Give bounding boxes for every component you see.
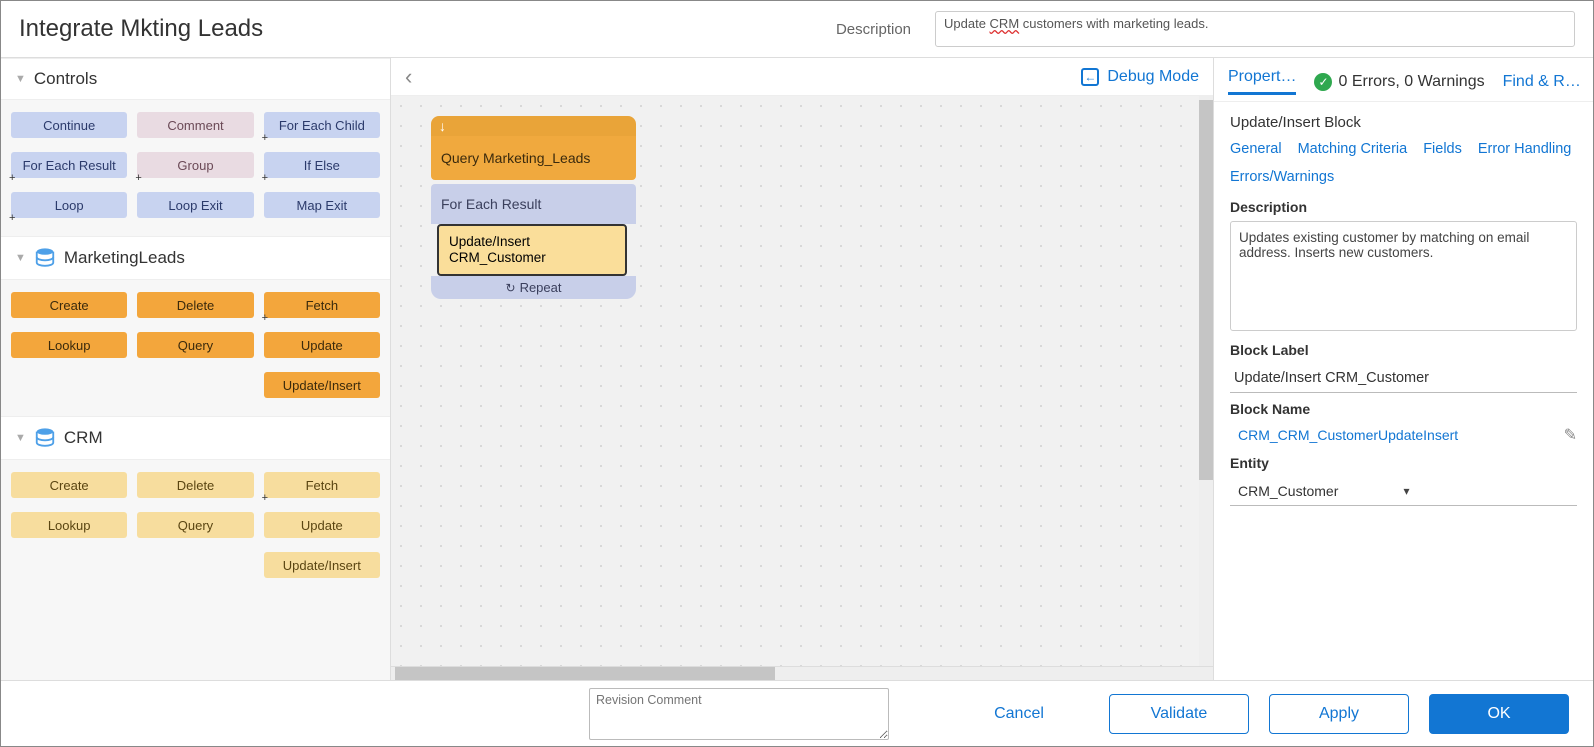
- properties-panel: Propert… ✓ 0 Errors, 0 Warnings Find & R…: [1213, 58, 1593, 680]
- entity-field-label: Entity: [1230, 455, 1577, 471]
- palette-section-title: CRM: [64, 428, 103, 448]
- palette-section-title: MarketingLeads: [64, 248, 185, 268]
- collapse-icon: ▼: [15, 73, 26, 85]
- subtab-error-handling[interactable]: Error Handling: [1478, 141, 1572, 157]
- canvas-wrap: ‹ ← Debug Mode ↓ Query Marketing_Leads F…: [391, 58, 1213, 680]
- palette-block-fetch[interactable]: Fetch: [264, 472, 380, 498]
- palette-block-query[interactable]: Query: [137, 332, 253, 358]
- palette-block-comment[interactable]: Comment: [137, 112, 253, 138]
- flow-root: ↓ Query Marketing_Leads For Each Result …: [431, 116, 636, 299]
- repeat-label: Repeat: [520, 280, 562, 295]
- chevron-down-icon: ▾: [1404, 484, 1570, 498]
- flow-entry-cap[interactable]: ↓: [431, 116, 636, 136]
- palette-block-lookup[interactable]: Lookup: [11, 512, 127, 538]
- revision-comment-input[interactable]: [589, 688, 889, 740]
- repeat-block[interactable]: ↻ Repeat: [431, 276, 636, 299]
- collapse-icon: ▼: [15, 432, 26, 444]
- entity-select[interactable]: CRM_Customer ▾: [1230, 477, 1577, 506]
- canvas-vertical-scrollbar[interactable]: [1199, 96, 1213, 666]
- edit-icon[interactable]: ✎: [1564, 425, 1577, 445]
- palette-block-delete[interactable]: Delete: [137, 472, 253, 498]
- validate-button[interactable]: Validate: [1109, 694, 1249, 734]
- palette-block-loop[interactable]: Loop: [11, 192, 127, 218]
- subtab-matching-criteria[interactable]: Matching Criteria: [1298, 141, 1408, 157]
- debug-mode-label: Debug Mode: [1107, 68, 1199, 86]
- ok-button[interactable]: OK: [1429, 694, 1569, 734]
- palette-block-delete[interactable]: Delete: [137, 292, 253, 318]
- property-subtabs: General Matching Criteria Fields Error Hand…: [1230, 141, 1577, 185]
- desc-text-crm: CRM: [990, 16, 1020, 31]
- tab-errors[interactable]: ✓ 0 Errors, 0 Warnings: [1314, 73, 1484, 91]
- scrollbar-thumb[interactable]: [1199, 100, 1213, 480]
- subtab-general[interactable]: General: [1230, 141, 1282, 157]
- palette-block-fetch[interactable]: Fetch: [264, 292, 380, 318]
- updins-line2: CRM_Customer: [449, 250, 615, 266]
- canvas-toolbar: ‹ ← Debug Mode: [391, 58, 1213, 96]
- block-name-field-label: Block Name: [1230, 401, 1577, 417]
- properties-body: Update/Insert Block General Matching Crit…: [1214, 102, 1593, 680]
- properties-tabs: Propert… ✓ 0 Errors, 0 Warnings Find & R…: [1214, 58, 1593, 102]
- download-icon: ↓: [439, 118, 446, 134]
- cancel-button[interactable]: Cancel: [949, 694, 1089, 734]
- repeat-icon: ↻: [506, 281, 516, 295]
- block-palette[interactable]: ▼ Controls Continue Comment For Each Child Fo…: [1, 58, 391, 680]
- updins-line1: Update/Insert: [449, 234, 615, 250]
- database-icon: [34, 427, 56, 449]
- palette-block-for-each-result[interactable]: For Each Result: [11, 152, 127, 178]
- scrollbar-thumb[interactable]: [395, 667, 775, 680]
- update-insert-block[interactable]: Update/Insert CRM_Customer: [437, 224, 627, 276]
- palette-block-update-insert[interactable]: Update/Insert: [264, 372, 380, 398]
- errors-count-label: 0 Errors, 0 Warnings: [1338, 73, 1484, 91]
- foreach-block[interactable]: For Each Result: [431, 184, 636, 224]
- description-input[interactable]: Update CRM customers with marketing lead…: [935, 11, 1575, 47]
- entity-value: CRM_Customer: [1238, 483, 1404, 499]
- top-bar: Integrate Mkting Leads Description Updat…: [1, 1, 1593, 58]
- palette-block-create[interactable]: Create: [11, 472, 127, 498]
- block-name-link[interactable]: CRM_CRM_CustomerUpdateInsert: [1230, 423, 1554, 447]
- palette-block-group[interactable]: Group: [137, 152, 253, 178]
- database-icon: [34, 247, 56, 269]
- palette-block-for-each-child[interactable]: For Each Child: [264, 112, 380, 138]
- palette-block-loop-exit[interactable]: Loop Exit: [137, 192, 253, 218]
- tab-properties[interactable]: Propert…: [1228, 68, 1296, 95]
- block-label-input[interactable]: [1230, 364, 1577, 393]
- subtab-fields[interactable]: Fields: [1423, 141, 1462, 157]
- tab-find-replace[interactable]: Find & R…: [1503, 73, 1581, 91]
- palette-block-query[interactable]: Query: [137, 512, 253, 538]
- palette-block-update[interactable]: Update: [264, 512, 380, 538]
- page-title: Integrate Mkting Leads: [19, 15, 812, 43]
- palette-block-create[interactable]: Create: [11, 292, 127, 318]
- palette-block-map-exit[interactable]: Map Exit: [264, 192, 380, 218]
- canvas-horizontal-scrollbar[interactable]: [391, 666, 1213, 680]
- debug-mode-button[interactable]: ← Debug Mode: [1081, 68, 1199, 86]
- description-textarea[interactable]: [1230, 221, 1577, 331]
- query-block[interactable]: Query Marketing_Leads: [431, 136, 636, 180]
- desc-text-pre: Update: [944, 16, 990, 31]
- description-field-label: Description: [1230, 199, 1577, 215]
- back-icon[interactable]: ‹: [405, 64, 412, 90]
- palette-section-header[interactable]: ▼ MarketingLeads: [1, 236, 390, 280]
- block-type-title: Update/Insert Block: [1230, 114, 1577, 131]
- footer-bar: Cancel Validate Apply OK: [1, 680, 1593, 746]
- apply-button[interactable]: Apply: [1269, 694, 1409, 734]
- palette-block-update-insert[interactable]: Update/Insert: [264, 552, 380, 578]
- palette-section-header[interactable]: ▼ Controls: [1, 58, 390, 100]
- block-name-row: CRM_CRM_CustomerUpdateInsert ✎: [1230, 423, 1577, 447]
- check-icon: ✓: [1314, 73, 1332, 91]
- collapse-icon: ▼: [15, 252, 26, 264]
- block-label-field-label: Block Label: [1230, 342, 1577, 358]
- debug-icon: ←: [1081, 68, 1099, 86]
- palette-block-continue[interactable]: Continue: [11, 112, 127, 138]
- palette-block-update[interactable]: Update: [264, 332, 380, 358]
- desc-text-post: customers with marketing leads.: [1019, 16, 1208, 31]
- palette-section-title: Controls: [34, 69, 97, 89]
- palette-block-lookup[interactable]: Lookup: [11, 332, 127, 358]
- flow-canvas[interactable]: ↓ Query Marketing_Leads For Each Result …: [391, 96, 1213, 666]
- palette-section-header[interactable]: ▼ CRM: [1, 416, 390, 460]
- subtab-errors-warnings[interactable]: Errors/Warnings: [1230, 169, 1334, 185]
- palette-block-if-else[interactable]: If Else: [264, 152, 380, 178]
- main-area: ▼ Controls Continue Comment For Each Child Fo…: [1, 58, 1593, 680]
- description-label: Description: [836, 21, 911, 38]
